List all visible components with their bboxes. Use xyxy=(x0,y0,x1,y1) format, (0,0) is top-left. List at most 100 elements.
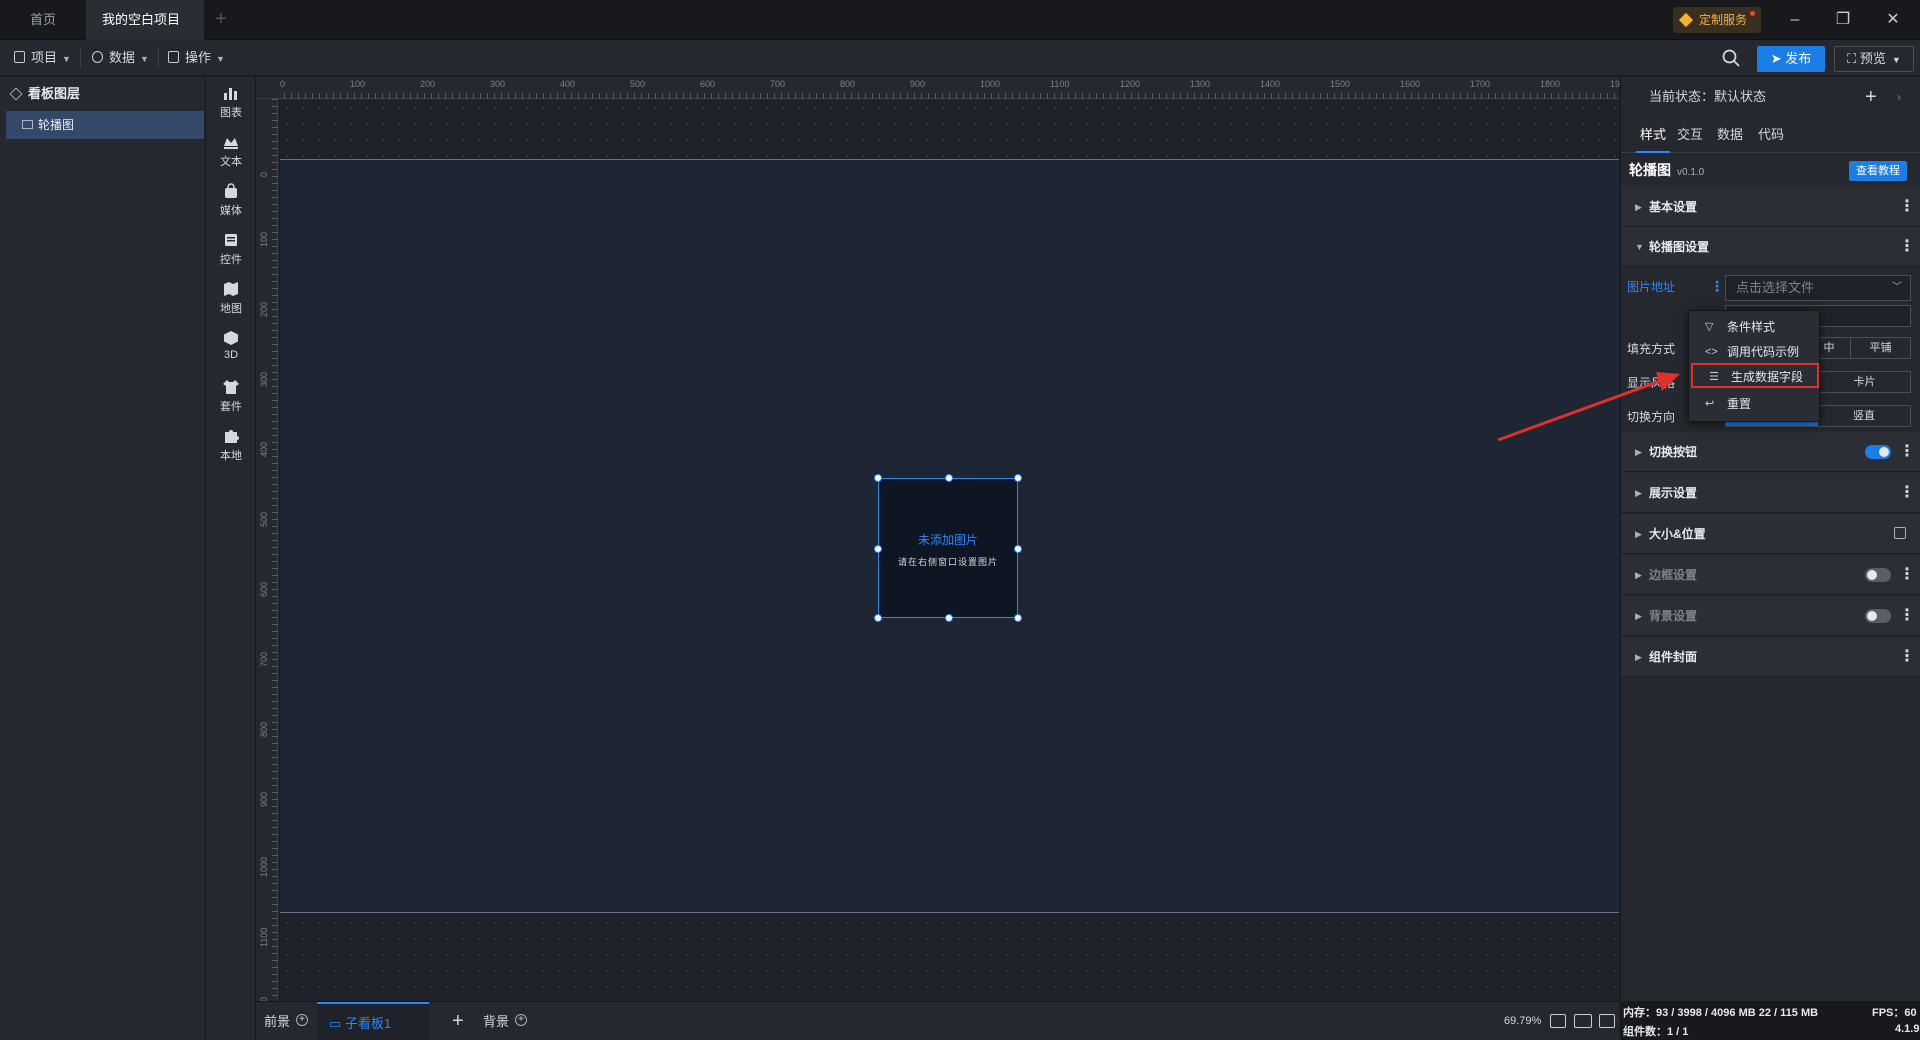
zoom-level[interactable]: 69.79% xyxy=(1504,1002,1541,1040)
fill-option-tile[interactable]: 平铺 xyxy=(1850,338,1910,358)
more-vertical-icon[interactable]: ⋮ xyxy=(1899,432,1915,472)
rail-item-widget[interactable]: 控件 xyxy=(206,224,256,274)
fill-option-center[interactable]: 中 xyxy=(1818,338,1840,358)
rail-item-media[interactable]: 媒体 xyxy=(206,175,256,225)
tab-foreground-label: 前景 xyxy=(264,1014,291,1029)
resize-handle[interactable] xyxy=(874,614,882,622)
layers-title-label: 看板图层 xyxy=(28,86,81,101)
ruler-tick-label: 1600 xyxy=(1400,79,1421,89)
field-label-switch-direction: 切换方向 xyxy=(1627,410,1676,424)
menu-data[interactable]: 数据 ▼ xyxy=(92,40,149,76)
style-option-card[interactable]: 卡片 xyxy=(1818,372,1910,392)
divider xyxy=(158,48,159,68)
more-vertical-icon[interactable]: ⋮ xyxy=(1899,187,1915,227)
ctx-generate-data-field[interactable]: ☰ 生成数据字段 xyxy=(1691,363,1819,388)
rail-item-label: 图表 xyxy=(220,107,242,119)
section-border[interactable]: ▶ 边框设置 ⋮ xyxy=(1621,555,1920,595)
switch-button-toggle[interactable] xyxy=(1865,445,1891,459)
fit-screen-icon[interactable] xyxy=(1550,1014,1566,1028)
publish-button[interactable]: ➤ 发布 xyxy=(1757,46,1825,72)
rail-item-map[interactable]: 地图 xyxy=(206,273,256,323)
rail-item-text[interactable]: 文本 xyxy=(206,126,256,176)
memory-status: 内存：93 / 3998 / 4096 MB 22 / 115 MB xyxy=(1623,1007,1819,1019)
ruler-tick-label: 100 xyxy=(259,231,269,247)
carousel-component[interactable]: 未添加图片 请在右侧窗口设置图片 xyxy=(874,474,1022,622)
restore-button[interactable]: ❐ xyxy=(1820,0,1866,40)
tab-foreground[interactable]: 前景 + xyxy=(264,1002,309,1040)
ruler-tick-label: 1400 xyxy=(1260,79,1281,89)
ruler-tick-label: 600 xyxy=(700,79,716,89)
tab-background[interactable]: 背景 + xyxy=(483,1002,528,1040)
tab-sub-board[interactable]: ▭ 子看板1 xyxy=(317,1002,429,1040)
resize-handle[interactable] xyxy=(945,474,953,482)
ctx-conditional-style[interactable]: ▽ 条件样式 xyxy=(1689,315,1819,340)
custom-service-button[interactable]: 定制服务 xyxy=(1673,7,1761,33)
more-vertical-icon[interactable]: ⋮ xyxy=(1899,227,1915,267)
resize-handle[interactable] xyxy=(1014,545,1022,553)
rail-item-kit[interactable]: 套件 xyxy=(206,371,256,421)
section-background[interactable]: ▶ 背景设置 ⋮ xyxy=(1621,596,1920,636)
ruler-tick-label: 600 xyxy=(259,581,269,597)
tab-project[interactable]: 我的空白项目 xyxy=(86,0,204,65)
status-bar: 内存：93 / 3998 / 4096 MB 22 / 115 MB 组件数：1… xyxy=(1620,1001,1920,1040)
text-icon xyxy=(224,138,238,149)
caret-right-icon: ▶ xyxy=(1635,611,1642,621)
resize-handle[interactable] xyxy=(1014,474,1022,482)
menu-project[interactable]: 项目 ▼ xyxy=(14,40,71,76)
dir-option-vertical[interactable]: 竖直 xyxy=(1818,406,1910,426)
database-icon xyxy=(92,51,103,63)
section-switch-button[interactable]: ▶ 切换按钮 ⋮ xyxy=(1621,432,1920,472)
resize-handle[interactable] xyxy=(874,545,882,553)
rail-item-chart[interactable]: 图表 xyxy=(206,77,256,127)
more-vertical-icon[interactable]: ⋮ xyxy=(1899,637,1915,677)
ruler-tick-label: 1700 xyxy=(1470,79,1491,89)
resize-handle[interactable] xyxy=(1014,614,1022,622)
section-carousel[interactable]: ▼ 轮播图设置 ⋮ xyxy=(1621,227,1920,267)
field-options-button[interactable]: ⋮ xyxy=(1710,278,1724,295)
ruler-horizontal: 0 100 200 300 400 500 600 700 800 900 1000 1100 1200… xyxy=(256,77,1630,99)
close-button[interactable]: ✕ xyxy=(1870,0,1916,40)
add-state-button[interactable]: + xyxy=(1865,77,1877,117)
more-vertical-icon[interactable]: ⋮ xyxy=(1899,555,1915,595)
background-toggle[interactable] xyxy=(1865,609,1891,623)
tab-style[interactable]: 样式 xyxy=(1636,117,1670,153)
search-icon[interactable] xyxy=(1722,49,1740,67)
menu-operate[interactable]: 操作 ▼ xyxy=(168,40,225,76)
lock-icon[interactable] xyxy=(1894,527,1906,539)
canvas-area[interactable]: 0 100 200 300 400 500 600 700 800 900 1000 1100 1200… xyxy=(256,77,1630,1017)
database-icon: ☰ xyxy=(1709,371,1719,383)
menu-project-label: 项目 xyxy=(31,50,58,65)
rail-item-local[interactable]: 本地 xyxy=(206,420,256,470)
tutorial-button[interactable]: 查看教程 xyxy=(1849,161,1907,181)
keyboard-icon[interactable] xyxy=(1574,1014,1592,1028)
add-circle-icon[interactable]: + xyxy=(515,1014,528,1026)
add-circle-icon[interactable]: + xyxy=(296,1014,309,1026)
layer-item-carousel[interactable]: 轮播图 xyxy=(6,111,204,139)
resize-handle[interactable] xyxy=(874,474,882,482)
section-display[interactable]: ▶ 展示设置 ⋮ xyxy=(1621,473,1920,513)
minimize-button[interactable]: – xyxy=(1772,0,1818,40)
tab-interaction[interactable]: 交互 xyxy=(1677,117,1703,153)
add-board-button[interactable]: + xyxy=(452,1002,464,1040)
section-basic[interactable]: ▶ 基本设置 ⋮ xyxy=(1621,187,1920,227)
tab-home[interactable]: 首页 xyxy=(0,0,86,40)
caret-right-icon: ▶ xyxy=(1635,488,1642,498)
ruler-tick-label: 700 xyxy=(259,651,269,667)
border-toggle[interactable] xyxy=(1865,568,1891,582)
ctx-code-example[interactable]: <> 调用代码示例 xyxy=(1689,340,1819,365)
resize-handle[interactable] xyxy=(945,614,953,622)
terminal-icon[interactable] xyxy=(1599,1014,1615,1028)
ctx-reset[interactable]: ↩ 重置 xyxy=(1689,392,1819,417)
rail-item-3d[interactable]: 3D xyxy=(206,322,256,372)
tab-data[interactable]: 数据 xyxy=(1717,117,1743,153)
section-cover[interactable]: ▶ 组件封面 ⋮ xyxy=(1621,637,1920,677)
shirt-icon xyxy=(223,380,239,394)
add-tab-button[interactable]: + xyxy=(210,8,232,30)
more-vertical-icon[interactable]: ⋮ xyxy=(1899,473,1915,513)
file-select-input[interactable]: 点击选择文件 ﹀ xyxy=(1725,275,1911,301)
tab-code[interactable]: 代码 xyxy=(1758,117,1784,153)
section-size-position[interactable]: ▶ 大小&位置 xyxy=(1621,514,1920,554)
preview-button[interactable]: ⛶ 预览 ▼ xyxy=(1834,46,1914,72)
chevron-right-icon[interactable]: › xyxy=(1897,77,1901,117)
more-vertical-icon[interactable]: ⋮ xyxy=(1899,596,1915,636)
